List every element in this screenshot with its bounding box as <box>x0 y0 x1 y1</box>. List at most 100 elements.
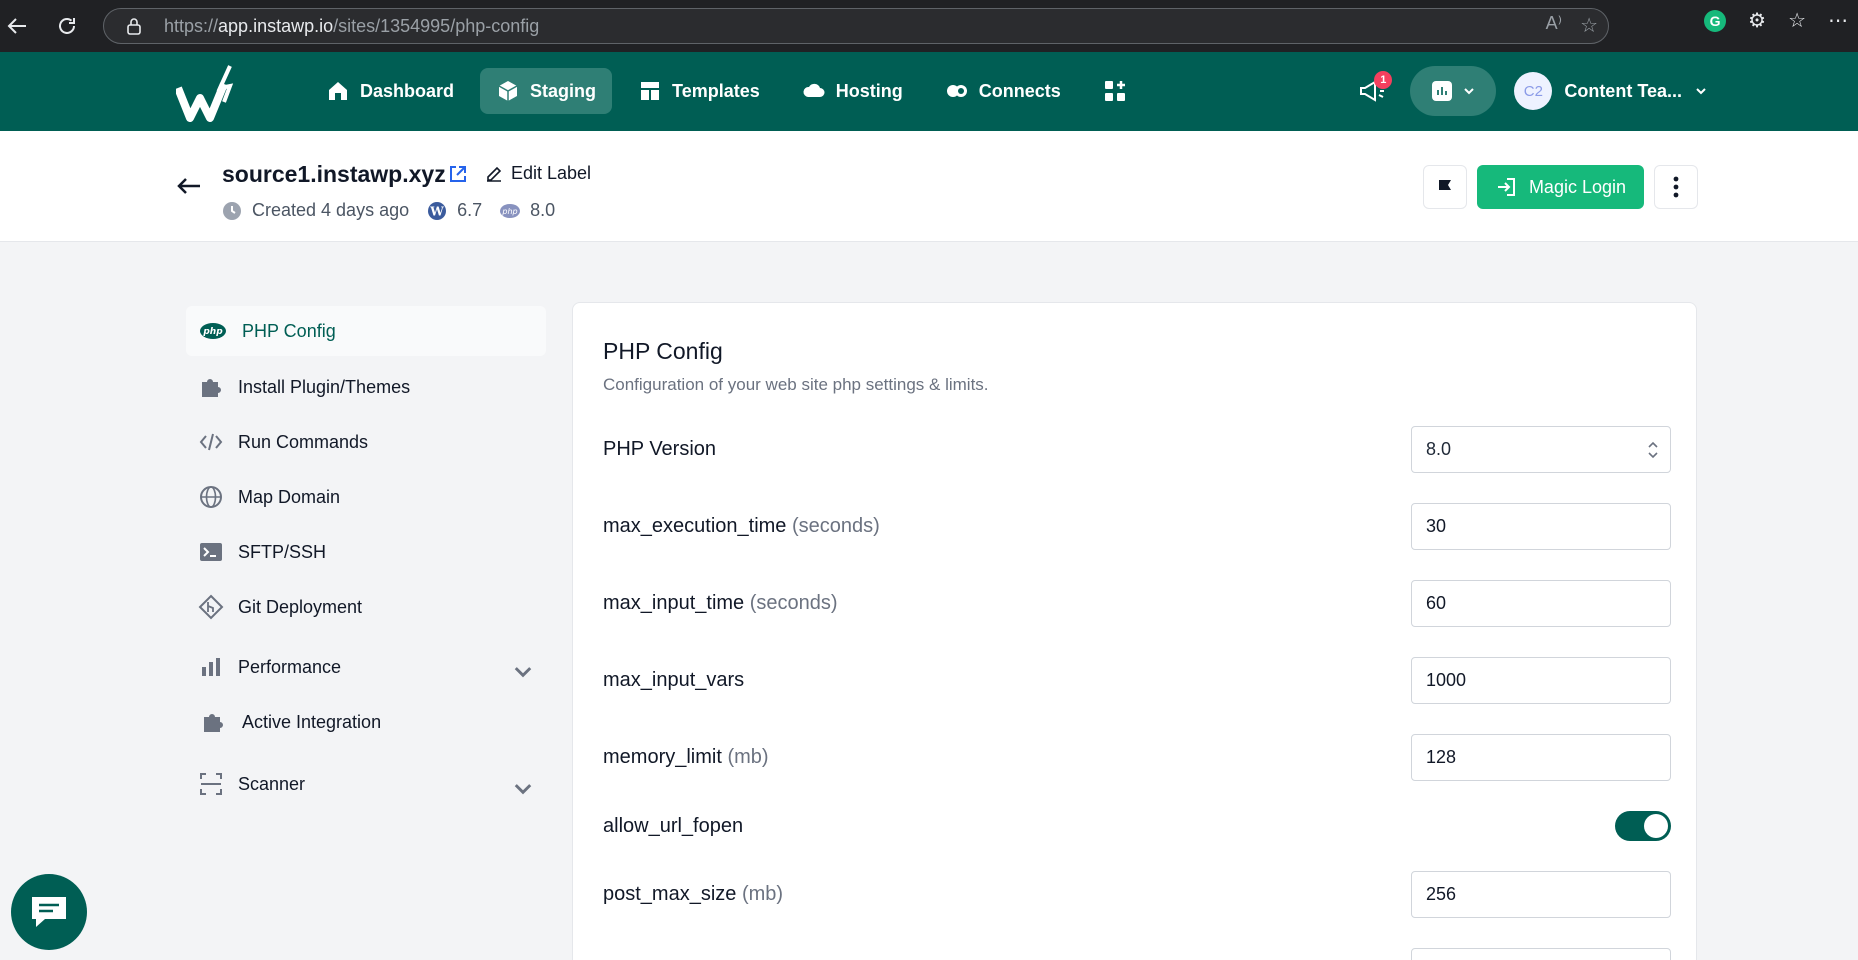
apps-grid-icon <box>1104 81 1125 101</box>
kebab-menu-icon <box>1673 176 1679 198</box>
site-name: source1.instawp.xyz <box>222 161 446 187</box>
php-version-row: PHP Version 8.0 <box>603 425 1671 473</box>
svg-text:W: W <box>429 204 444 218</box>
svg-text:php: php <box>502 207 518 216</box>
max-input-vars-input[interactable] <box>1411 656 1671 704</box>
url-text: https://app.instawp.io/sites/1354995/php… <box>164 15 540 36</box>
app-navbar: Dashboard Staging Templates Hosting Conn… <box>0 52 1858 131</box>
clock-icon <box>223 201 241 220</box>
post-max-size-row: post_max_size (mb) <box>603 870 1671 918</box>
memory-limit-label: memory_limit <box>603 745 722 768</box>
terminal-icon <box>200 543 222 561</box>
sidebar-item-git-deployment[interactable]: Git Deployment <box>186 580 546 634</box>
chart-icon <box>1432 81 1453 101</box>
edit-icon <box>487 166 502 182</box>
back-icon[interactable] <box>0 9 34 43</box>
read-aloud-icon[interactable]: A⁾ <box>1546 13 1562 38</box>
unit-label: (mb) <box>727 745 769 768</box>
chevron-down-icon[interactable] <box>510 775 536 801</box>
nav-staging[interactable]: Staging <box>480 68 613 114</box>
templates-icon <box>641 82 660 100</box>
grammarly-icon[interactable]: G <box>1704 9 1727 32</box>
post-max-size-label: post_max_size <box>603 882 737 905</box>
toggle-knob <box>1644 814 1668 838</box>
next-setting-row <box>603 947 1671 960</box>
puzzle-icon <box>204 714 223 732</box>
nav-templates[interactable]: Templates <box>622 68 776 114</box>
sidebar-item-run-commands[interactable]: Run Commands <box>186 415 546 469</box>
chat-bubble-icon <box>32 897 66 927</box>
max-execution-time-row: max_execution_time (seconds) <box>603 502 1671 550</box>
max-execution-time-input[interactable] <box>1411 502 1671 550</box>
php-config-card: PHP Config Configuration of your web sit… <box>572 302 1697 960</box>
php-icon: php <box>500 203 521 218</box>
sidebar-item-sftp-ssh[interactable]: SFTP/SSH <box>186 525 546 579</box>
edit-label-button[interactable]: Edit Label <box>485 163 591 184</box>
more-actions-button[interactable] <box>1654 165 1698 209</box>
code-icon <box>199 433 223 451</box>
flag-button[interactable] <box>1422 165 1467 209</box>
max-execution-time-label: max_execution_time <box>603 514 787 537</box>
max-input-time-row: max_input_time (seconds) <box>603 579 1671 627</box>
site-header: source1.instawp.xyz Edit Label Created 4… <box>0 131 1858 242</box>
user-name: Content Tea... <box>1564 80 1682 101</box>
unit-label: (mb) <box>741 882 784 905</box>
favorite-star-icon[interactable]: ☆ <box>1580 13 1598 38</box>
php-version-label: PHP Version <box>603 437 717 460</box>
max-input-time-label: max_input_time <box>603 591 745 614</box>
reports-dropdown[interactable] <box>1410 66 1497 116</box>
bar-chart-icon <box>202 658 220 676</box>
home-icon <box>329 82 347 100</box>
git-icon <box>198 594 224 620</box>
svg-text:php: php <box>202 327 223 337</box>
flag-icon <box>1438 180 1451 195</box>
memory-limit-input[interactable] <box>1411 733 1671 781</box>
select-arrows-icon <box>1648 441 1658 458</box>
magic-login-button[interactable]: Magic Login <box>1476 165 1644 209</box>
external-link-icon[interactable] <box>448 164 468 184</box>
allow-url-fopen-toggle[interactable] <box>1615 811 1671 841</box>
announcements-button[interactable]: 1 <box>1352 71 1393 111</box>
instawp-logo[interactable] <box>176 62 246 122</box>
puzzle-icon <box>202 379 221 397</box>
globe-icon <box>200 486 222 508</box>
max-input-time-input[interactable] <box>1411 579 1671 627</box>
max-input-vars-row: max_input_vars <box>603 656 1671 704</box>
settings-sidebar: php PHP Config Install Plugin/Themes Run… <box>186 306 546 812</box>
browser-toolbar: https://app.instawp.io/sites/1354995/php… <box>0 0 1858 52</box>
chevron-down-icon <box>1696 88 1706 95</box>
extensions-icon[interactable]: ⚙ <box>1748 8 1766 33</box>
connects-icon <box>946 85 967 97</box>
wp-version: 6.7 <box>457 200 483 220</box>
php-version-select[interactable]: 8.0 <box>1411 425 1671 473</box>
reload-icon[interactable] <box>50 9 84 43</box>
cube-icon <box>498 81 518 101</box>
chevron-down-icon[interactable] <box>510 658 536 684</box>
sidebar-item-install-plugin-themes[interactable]: Install Plugin/Themes <box>186 360 546 414</box>
php-version: 8.0 <box>530 200 556 220</box>
chat-launcher-button[interactable] <box>11 874 87 950</box>
chevron-down-icon <box>1464 88 1475 95</box>
nav-dashboard[interactable]: Dashboard <box>310 68 470 114</box>
lock-icon <box>127 18 141 35</box>
next-setting-input[interactable] <box>1411 947 1671 960</box>
wordpress-icon: W <box>428 201 447 220</box>
favorites-icon[interactable]: ☆ <box>1788 8 1806 33</box>
php-icon: php <box>200 323 226 339</box>
sidebar-item-scanner[interactable]: Scanner <box>186 757 546 811</box>
sidebar-item-php-config[interactable]: php PHP Config <box>186 306 546 356</box>
sidebar-item-performance[interactable]: Performance <box>186 640 546 694</box>
post-max-size-input[interactable] <box>1411 870 1671 918</box>
nav-connects[interactable]: Connects <box>929 68 1077 114</box>
nav-apps-grid[interactable] <box>1087 68 1143 114</box>
cloud-icon <box>803 83 825 97</box>
sidebar-item-active-integration[interactable]: Active Integration <box>186 695 546 749</box>
sidebar-item-map-domain[interactable]: Map Domain <box>186 470 546 524</box>
allow-url-fopen-row: allow_url_fopen <box>603 802 1671 850</box>
address-bar[interactable]: https://app.instawp.io/sites/1354995/php… <box>103 8 1609 44</box>
nav-hosting[interactable]: Hosting <box>786 68 919 114</box>
more-options-icon[interactable]: ⋯ <box>1828 8 1848 33</box>
back-arrow-icon[interactable] <box>174 171 204 201</box>
unit-label: (seconds) <box>749 591 838 614</box>
user-menu[interactable]: C2 Content Tea... <box>1514 72 1708 110</box>
